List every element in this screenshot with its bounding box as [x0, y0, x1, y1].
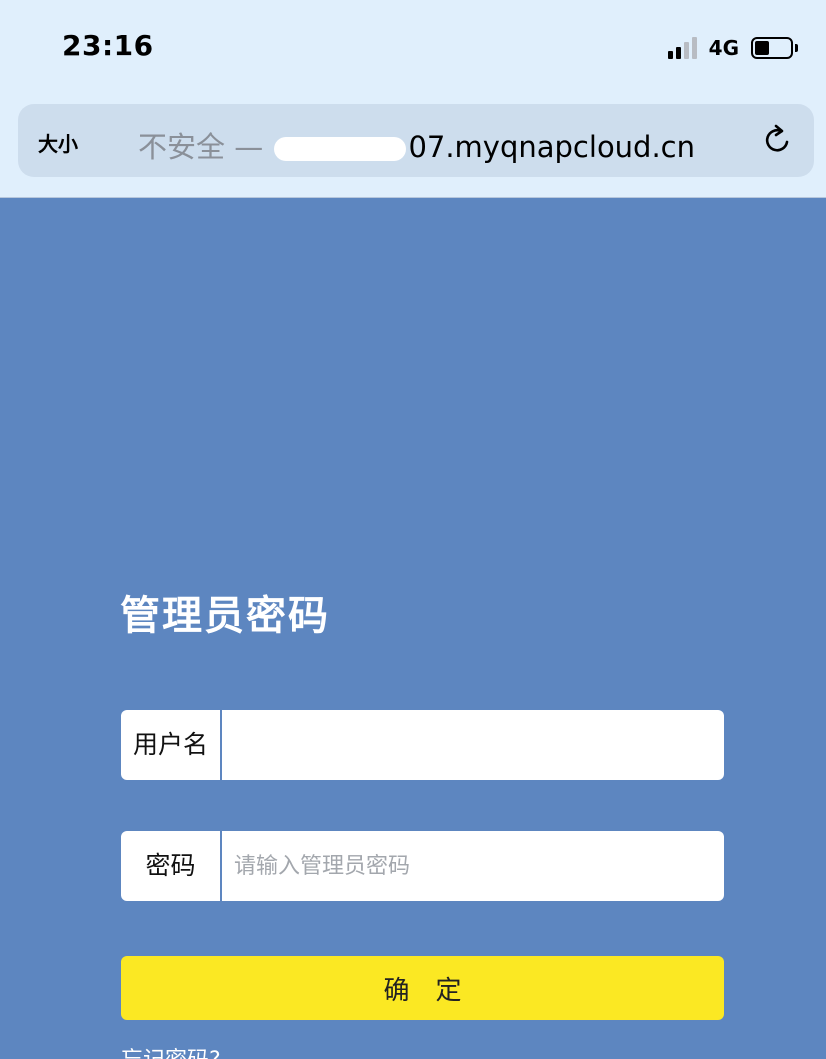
signal-icon [667, 37, 697, 59]
page: 23:16 4G 大小 不安全 — 07.myqnapcloud.cn 管理员密… [0, 0, 826, 1059]
forgot-password-link[interactable]: 忘记密码? [121, 1042, 221, 1059]
signal-bar [675, 47, 681, 59]
username-field[interactable]: 用户名 [121, 710, 724, 780]
signal-bar [683, 42, 689, 59]
battery-icon [751, 37, 793, 59]
battery-tip [795, 44, 798, 52]
insecure-label: 不安全 — [138, 130, 264, 164]
redacted-host-mask [274, 137, 407, 161]
confirm-button[interactable]: 确定 [121, 956, 724, 1020]
login-title: 管理员密码 [120, 593, 330, 639]
signal-bar [667, 51, 673, 59]
battery-level [755, 41, 769, 55]
signal-bar [691, 37, 697, 59]
network-type: 4G [708, 36, 739, 60]
browser-chrome: 23:16 4G 大小 不安全 — 07.myqnapcloud.cn [0, 0, 826, 198]
password-label: 密码 [121, 831, 222, 901]
reload-icon[interactable] [760, 122, 796, 158]
username-input[interactable] [222, 710, 724, 780]
username-label: 用户名 [121, 710, 222, 780]
password-input[interactable] [222, 831, 724, 901]
address-bar[interactable]: 大小 不安全 — 07.myqnapcloud.cn [18, 104, 814, 177]
text-size-button[interactable]: 大小 [38, 128, 78, 157]
url-display[interactable]: 不安全 — 07.myqnapcloud.cn [138, 124, 695, 166]
status-indicators: 4G [667, 35, 798, 61]
status-time: 23:16 [62, 29, 154, 62]
password-field[interactable]: 密码 [121, 831, 724, 901]
url-text: 07.myqnapcloud.cn [408, 130, 696, 164]
